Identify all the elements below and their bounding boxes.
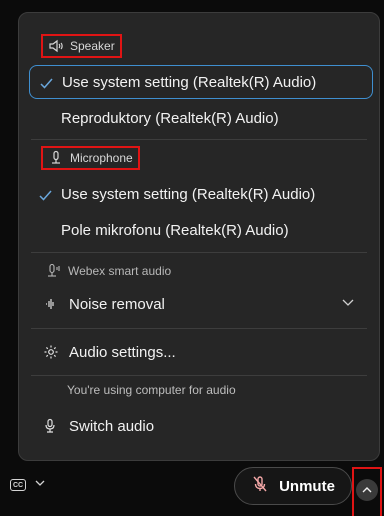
closed-captions-icon: CC	[10, 478, 26, 491]
unmute-button[interactable]: Unmute	[234, 467, 352, 505]
noise-removal-dropdown[interactable]: Noise removal	[29, 287, 369, 321]
chevron-down-icon	[34, 477, 46, 492]
speaker-header-label: Speaker	[70, 39, 115, 53]
divider	[31, 328, 367, 329]
microphone-muted-icon	[251, 475, 269, 497]
chevron-up-icon	[356, 479, 378, 501]
audio-options-toggle[interactable]	[352, 467, 382, 516]
speaker-icon	[48, 38, 64, 54]
microphone-option-system-label: Use system setting (Realtek(R) Audio)	[61, 185, 316, 203]
microphone-icon	[48, 150, 64, 166]
chevron-down-icon	[341, 295, 355, 313]
speaker-option-reproduktory[interactable]: Reproduktory (Realtek(R) Audio)	[29, 101, 373, 135]
smart-audio-icon	[46, 263, 62, 279]
speaker-option-system[interactable]: Use system setting (Realtek(R) Audio)	[29, 65, 373, 99]
speaker-option-reproduktory-label: Reproduktory (Realtek(R) Audio)	[61, 109, 279, 127]
noise-removal-icon	[43, 296, 59, 312]
audio-menu-panel: Speaker Use system setting (Realtek(R) A…	[18, 12, 380, 461]
divider	[31, 375, 367, 376]
microphone-section-header: Microphone	[41, 146, 140, 170]
check-icon	[30, 74, 62, 90]
audio-settings-label: Audio settings...	[69, 343, 176, 361]
switch-audio-icon	[43, 418, 59, 434]
microphone-option-pole[interactable]: Pole mikrofonu (Realtek(R) Audio)	[29, 213, 373, 247]
smart-audio-header: Webex smart audio	[41, 259, 176, 283]
switch-audio-label: Switch audio	[69, 417, 155, 435]
speaker-option-system-label: Use system setting (Realtek(R) Audio)	[62, 73, 317, 91]
divider	[31, 139, 367, 140]
gear-icon	[43, 344, 59, 360]
check-icon	[29, 186, 61, 202]
microphone-option-system[interactable]: Use system setting (Realtek(R) Audio)	[29, 177, 373, 211]
smart-audio-header-label: Webex smart audio	[68, 264, 172, 278]
microphone-option-pole-label: Pole mikrofonu (Realtek(R) Audio)	[61, 221, 289, 239]
captions-control[interactable]: CC	[10, 477, 46, 492]
unmute-label: Unmute	[279, 477, 335, 495]
divider	[31, 252, 367, 253]
microphone-header-label: Microphone	[70, 151, 133, 165]
noise-removal-label: Noise removal	[69, 295, 165, 313]
speaker-section-header: Speaker	[41, 34, 122, 58]
audio-status-text: You're using computer for audio	[67, 383, 236, 397]
audio-settings-item[interactable]: Audio settings...	[29, 335, 369, 369]
switch-audio-item[interactable]: Switch audio	[29, 409, 369, 443]
